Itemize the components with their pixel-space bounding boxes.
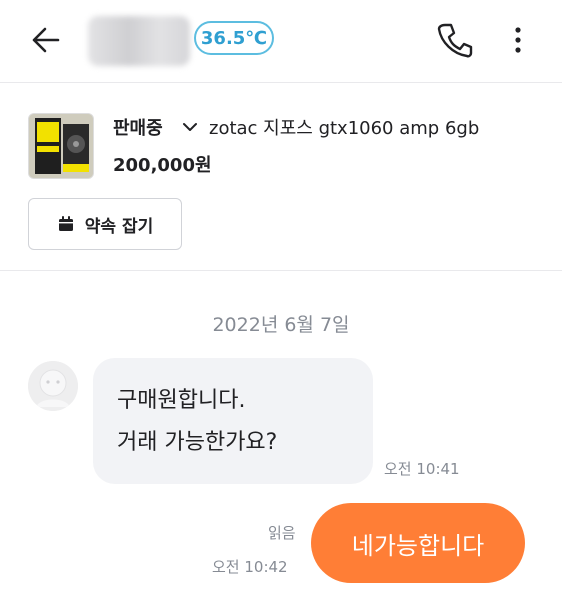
phone-icon	[437, 23, 473, 58]
product-price: 200,000원	[113, 155, 212, 176]
more-vertical-icon	[515, 27, 521, 53]
product-summary: 판매중 zotac 지포스 gtx1060 amp 6gb 200,000원 약…	[0, 83, 562, 271]
back-button[interactable]	[28, 22, 68, 58]
incoming-message-line: 거래 가능한가요?	[117, 430, 278, 455]
make-appointment-label: 약속 잡기	[84, 216, 154, 237]
incoming-message-bubble[interactable]: 구매원합니다. 거래 가능한가요?	[93, 358, 373, 484]
more-options-button[interactable]	[506, 22, 530, 58]
graphics-card-box-image	[29, 114, 93, 178]
read-receipt: 읽음	[268, 524, 296, 542]
blurred-username	[88, 16, 190, 66]
sale-status[interactable]: 판매중	[113, 114, 163, 140]
outgoing-message-bubble[interactable]: 네가능합니다	[311, 503, 525, 583]
call-button[interactable]	[436, 20, 474, 60]
avatar[interactable]	[28, 361, 78, 411]
manner-temperature-badge[interactable]: 36.5℃	[194, 21, 274, 55]
arrow-left-icon	[32, 27, 60, 53]
chevron-down-icon[interactable]	[180, 117, 200, 137]
incoming-message-line: 구매원합니다.	[117, 388, 246, 413]
default-profile-icon	[28, 361, 78, 411]
chat-header: 36.5℃	[0, 0, 562, 83]
outgoing-message-time: 오전 10:42	[212, 558, 288, 576]
calendar-icon	[58, 216, 73, 231]
product-title[interactable]: zotac 지포스 gtx1060 amp 6gb	[209, 114, 479, 140]
chat-date-divider: 2022년 6월 7일	[212, 314, 350, 336]
make-appointment-button[interactable]: 약속 잡기	[28, 198, 182, 250]
product-thumbnail[interactable]	[28, 113, 94, 179]
incoming-message-time: 오전 10:41	[384, 460, 460, 478]
